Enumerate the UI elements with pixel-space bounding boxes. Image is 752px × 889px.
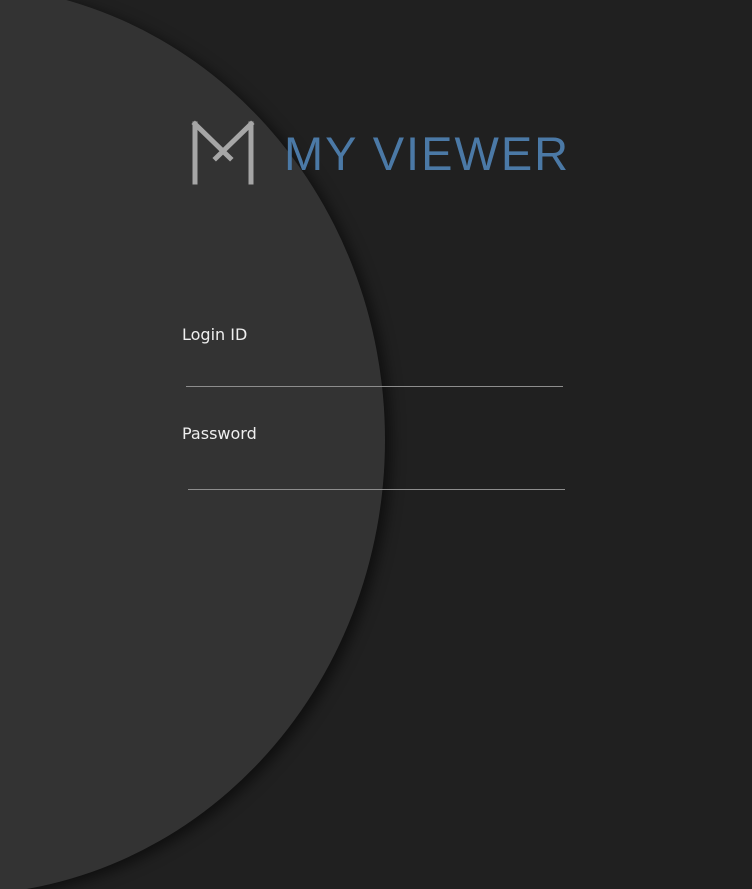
login-screen: MY VIEWER Login ID Password (0, 0, 752, 889)
password-input[interactable] (188, 460, 565, 490)
login-id-input[interactable] (186, 358, 563, 387)
login-id-label: Login ID (182, 325, 248, 344)
app-logo (190, 120, 256, 186)
password-label: Password (182, 424, 257, 443)
m-monogram-icon (191, 120, 255, 185)
brand-title: MY VIEWER (284, 127, 571, 180)
